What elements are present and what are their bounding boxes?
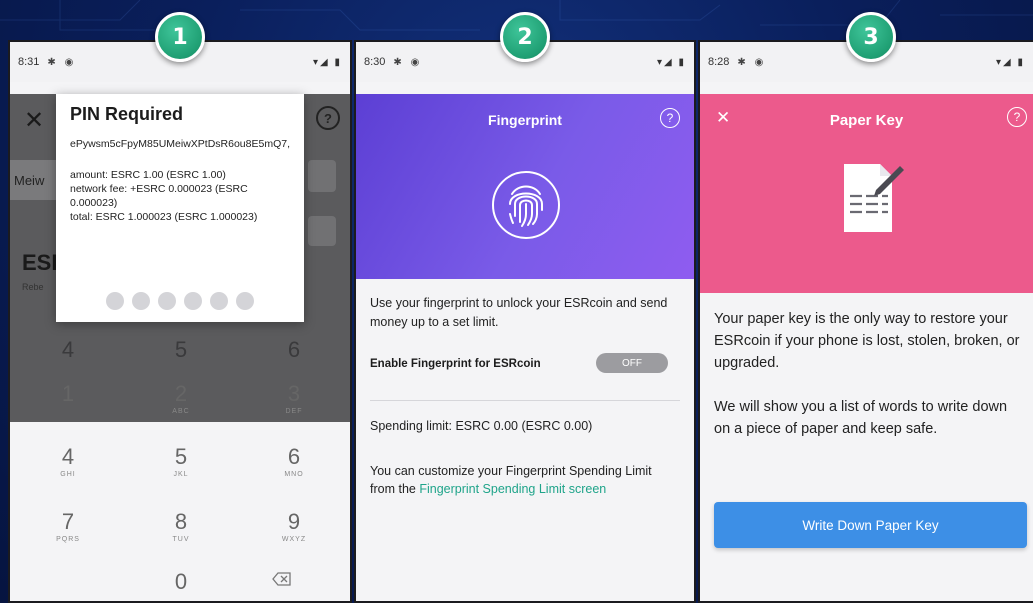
enable-fingerprint-label: Enable Fingerprint for ESRcoin (370, 358, 541, 370)
network-fee-line: network fee: +ESRC 0.000023 (ESRC 0.0000… (70, 183, 248, 209)
dialog-title: PIN Required (70, 104, 184, 124)
phone-screen-fingerprint: 8:30 ✱ ◉ ▾◢ ▮ Fingerprint ? Use your fin… (354, 40, 696, 603)
paste-button-dimmed (308, 216, 336, 246)
keypad-letters: JKL (173, 471, 189, 478)
pin-dot (106, 292, 124, 310)
keypad-letters: TUV (172, 536, 190, 543)
help-icon[interactable]: ? (316, 106, 340, 130)
keypad-digit: 5 (174, 444, 188, 469)
recipient-address: ePywsm5cFpyM85UMeiwXPtDsR6ou8E5mQ7, (70, 138, 290, 150)
keypad-digit: 2 (174, 381, 188, 406)
keypad-key-1[interactable]: 1 (18, 382, 118, 406)
fingerprint-description: Use your fingerprint to unlock your ESRc… (370, 296, 668, 329)
keypad-key-2[interactable]: 2 ABC (131, 381, 231, 416)
keypad-digit: 8 (174, 509, 188, 534)
total-line: total: ESRC 1.000023 (ESRC 1.000023) (70, 211, 258, 223)
keypad-digit: 5 (174, 337, 188, 362)
pin-dialog: PIN Required ePywsm5cFpyM85UMeiwXPtDsR6o… (56, 94, 304, 322)
pin-dot (184, 292, 202, 310)
status-notification-icons: ✱ ◉ (737, 56, 767, 68)
status-signal-battery-icons: ▾◢ ▮ (313, 56, 342, 68)
keypad-letters: MNO (284, 471, 304, 478)
fingerprint-header: Fingerprint ? (356, 94, 694, 279)
keypad-letters: GHI (60, 471, 76, 478)
status-time: 8:31 (18, 56, 40, 68)
help-icon[interactable]: ? (660, 108, 680, 128)
paper-key-header: ✕ Paper Key ? (700, 94, 1033, 293)
keypad-digit: 4 (61, 444, 75, 469)
status-time: 8:28 (708, 56, 730, 68)
currency-sub-dimmed: Rebe (22, 282, 44, 292)
keypad-key-5[interactable]: 5 JKL (131, 444, 231, 479)
keypad-key-4[interactable]: 4 (18, 338, 118, 362)
keypad-letters: DEF (285, 408, 303, 415)
keypad-key-6[interactable]: 6 MNO (244, 444, 344, 479)
step-badge-1: 1 (155, 12, 205, 62)
spending-limit-link[interactable]: Fingerprint Spending Limit screen (419, 482, 606, 496)
pin-dots (56, 292, 304, 310)
status-notification-icons: ✱ ◉ (47, 56, 77, 68)
customize-text: You can customize your Fingerprint Spend… (370, 462, 680, 498)
keypad-digit: 3 (287, 381, 301, 406)
keypad-digit: 0 (174, 569, 188, 594)
keypad-digit: 7 (61, 509, 75, 534)
paper-key-paragraph-1: Your paper key is the only way to restor… (714, 311, 1020, 371)
pin-dot (210, 292, 228, 310)
pin-dot (158, 292, 176, 310)
keypad-letters: ABC (172, 408, 190, 415)
keypad-key-9[interactable]: 9 WXYZ (244, 509, 344, 544)
write-down-paper-key-button[interactable]: Write Down Paper Key (714, 502, 1027, 548)
phone-screen-pin: 8:31 ✱ ◉ ▾◢ ▮ ✕ ? Meiw ESR Rebe PIN Requ… (8, 40, 352, 603)
phone-screen-paper-key: 8:28 ✱ ◉ ▾◢ ▮ ✕ Paper Key ? Your paper k… (698, 40, 1033, 603)
keypad-letters: WXYZ (281, 536, 307, 543)
page-title: Paper Key (829, 112, 904, 129)
fingerprint-toggle[interactable]: OFF (596, 353, 668, 373)
divider (370, 400, 680, 401)
step-badge-3: 3 (846, 12, 896, 62)
status-time: 8:30 (364, 56, 386, 68)
amount-line: amount: ESRC 1.00 (ESRC 1.00) (70, 169, 226, 181)
page-title: Fingerprint (488, 112, 562, 128)
paper-key-icon (844, 164, 904, 232)
keypad-digit: 4 (61, 337, 75, 362)
keypad-key-3[interactable]: 3 DEF (244, 381, 344, 416)
close-icon[interactable]: ✕ (24, 106, 44, 135)
keypad-letters: PQRS (56, 536, 80, 543)
status-notification-icons: ✱ ◉ (393, 56, 423, 68)
keypad-key-6[interactable]: 6 (244, 338, 344, 362)
backspace-icon[interactable] (232, 572, 332, 591)
spending-limit-text: Spending limit: ESRC 0.00 (ESRC 0.00) (370, 419, 593, 433)
pin-dot (132, 292, 150, 310)
keypad-key-7[interactable]: 7 PQRS (18, 509, 118, 544)
keypad-key-8[interactable]: 8 TUV (131, 509, 231, 544)
help-icon[interactable]: ? (1007, 107, 1027, 127)
keypad-key-5[interactable]: 5 (131, 338, 231, 362)
keypad-digit: 6 (287, 444, 301, 469)
keypad-key-4[interactable]: 4 GHI (18, 444, 118, 479)
paper-key-paragraph-2: We will show you a list of words to writ… (714, 399, 1008, 437)
keypad-digit: 6 (287, 337, 301, 362)
fingerprint-icon (492, 171, 560, 239)
keypad-key-0[interactable]: 0 (131, 570, 231, 594)
status-signal-battery-icons: ▾◢ ▮ (657, 56, 686, 68)
scan-button-dimmed (308, 160, 336, 192)
pin-dot (236, 292, 254, 310)
keypad-digit: 1 (61, 381, 75, 406)
keypad-digit: 9 (287, 509, 301, 534)
step-badge-2: 2 (500, 12, 550, 62)
status-signal-battery-icons: ▾◢ ▮ (996, 56, 1025, 68)
